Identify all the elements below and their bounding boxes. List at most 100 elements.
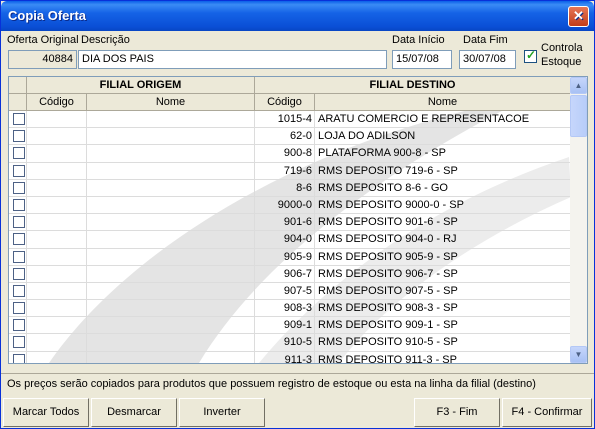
row-checkbox[interactable] [13, 250, 25, 263]
table-row[interactable]: 911-3 RMS DEPOSITO 911-3 - SP [9, 351, 571, 363]
marcar-todos-button[interactable]: Marcar Todos [3, 398, 89, 427]
column-header-origem-codigo[interactable]: Código [27, 94, 87, 111]
destino-codigo-cell: 719-6 [255, 162, 315, 180]
estoque-label: Estoque [541, 56, 582, 68]
destino-nome-cell: RMS DEPOSITO 909-1 - SP [318, 319, 458, 332]
column-header-origem-nome[interactable]: Nome [87, 94, 255, 111]
scroll-down-icon[interactable]: ▼ [570, 346, 587, 363]
destino-nome-cell: RMS DEPOSITO 910-5 - SP [318, 336, 458, 349]
group-header-row: FILIAL ORIGEM FILIAL DESTINO [9, 77, 571, 94]
destino-nome-cell: RMS DEPOSITO 906-7 - SP [318, 267, 458, 280]
origem-codigo-cell [27, 179, 87, 197]
destino-nome-cell: RMS DEPOSITO 901-6 - SP [318, 216, 458, 229]
row-checkbox[interactable] [13, 181, 25, 194]
table-row[interactable]: 906-7 RMS DEPOSITO 906-7 - SP [9, 265, 571, 283]
row-checkbox[interactable] [13, 198, 25, 211]
destino-nome-cell: RMS DEPOSITO 9000-0 - SP [318, 198, 464, 211]
row-checkbox[interactable] [13, 130, 25, 143]
destino-nome-cell: RMS DEPOSITO 908-3 - SP [318, 302, 458, 315]
fim-button[interactable]: F3 - Fim [414, 398, 500, 427]
desmarcar-button[interactable]: Desmarcar [91, 398, 177, 427]
origem-codigo-cell [27, 300, 87, 318]
row-check-cell [9, 179, 27, 197]
row-checkbox[interactable] [13, 216, 25, 229]
table-row[interactable]: 909-1 RMS DEPOSITO 909-1 - SP [9, 317, 571, 335]
inverter-button[interactable]: Inverter [179, 398, 265, 427]
filiais-grid[interactable]: FILIAL ORIGEM FILIAL DESTINO Código Nome… [8, 76, 588, 364]
table-row[interactable]: 910-5 RMS DEPOSITO 910-5 - SP [9, 334, 571, 352]
column-header-destino-nome[interactable]: Nome [315, 94, 571, 111]
row-checkbox[interactable] [13, 284, 25, 297]
table-row[interactable]: 900-8 PLATAFORMA 900-8 - SP [9, 145, 571, 163]
origem-nome-cell [87, 111, 255, 128]
table-row[interactable]: 901-6 RMS DEPOSITO 901-6 - SP [9, 214, 571, 232]
origem-nome-cell [87, 196, 255, 214]
table-row[interactable]: 908-3 RMS DEPOSITO 908-3 - SP [9, 300, 571, 318]
scroll-thumb[interactable] [570, 95, 587, 137]
row-check-cell [9, 145, 27, 163]
row-checkbox[interactable] [13, 353, 25, 363]
row-check-cell [9, 265, 27, 283]
row-checkbox[interactable] [13, 147, 25, 160]
destino-codigo-cell: 909-1 [255, 317, 315, 335]
origem-codigo-cell [27, 282, 87, 300]
window-titlebar[interactable]: Copia Oferta ✕ [1, 1, 594, 31]
origem-codigo-cell [27, 196, 87, 214]
row-checkbox[interactable] [13, 164, 25, 177]
table-row[interactable]: 8-6 RMS DEPOSITO 8-6 - GO [9, 179, 571, 197]
data-fim-field[interactable]: 30/07/08 [459, 50, 516, 69]
destino-nome-cell: RMS DEPOSITO 719-6 - SP [318, 164, 458, 177]
row-checkbox[interactable] [13, 302, 25, 315]
destino-codigo-cell: 906-7 [255, 265, 315, 283]
origem-codigo-cell [27, 334, 87, 352]
table-row[interactable]: 1015-4 ARATU COMERCIO E REPRESENTACOE [9, 111, 571, 129]
origem-codigo-cell [27, 214, 87, 232]
origem-nome-cell [87, 128, 255, 146]
origem-codigo-cell [27, 145, 87, 163]
row-check-cell [9, 231, 27, 249]
origem-nome-cell [87, 214, 255, 232]
row-checkbox[interactable] [13, 267, 25, 280]
row-check-cell [9, 334, 27, 352]
origem-nome-cell [87, 265, 255, 283]
origem-codigo-cell [27, 351, 87, 363]
destino-codigo-cell: 1015-4 [255, 111, 315, 128]
confirmar-button[interactable]: F4 - Confirmar [502, 398, 592, 427]
scroll-up-icon[interactable]: ▲ [570, 77, 587, 94]
origem-codigo-cell [27, 265, 87, 283]
table-row[interactable]: 907-5 RMS DEPOSITO 907-5 - SP [9, 282, 571, 301]
vertical-scrollbar[interactable]: ▲ ▼ [570, 77, 587, 363]
row-checkbox[interactable] [13, 336, 25, 349]
group-header-filial-origem: FILIAL ORIGEM [27, 77, 255, 94]
table-row[interactable]: 905-9 RMS DEPOSITO 905-9 - SP [9, 248, 571, 266]
row-check-cell [9, 248, 27, 266]
table-row[interactable]: 904-0 RMS DEPOSITO 904-0 - RJ [9, 231, 571, 249]
table-row[interactable]: 62-0 LOJA DO ADILSON [9, 128, 571, 146]
origem-nome-cell [87, 179, 255, 197]
descricao-field[interactable]: DIA DOS PAIS [78, 50, 387, 69]
origem-nome-cell [87, 317, 255, 335]
destino-nome-cell: RMS DEPOSITO 904-0 - RJ [318, 233, 457, 246]
oferta-original-field[interactable]: 40884 [8, 50, 77, 69]
row-check-cell [9, 300, 27, 318]
destino-codigo-cell: 62-0 [255, 128, 315, 146]
row-check-cell [9, 111, 27, 128]
destino-codigo-cell: 905-9 [255, 248, 315, 266]
destino-nome-cell: RMS DEPOSITO 905-9 - SP [318, 250, 458, 263]
column-header-destino-codigo[interactable]: Código [255, 94, 315, 111]
row-check-cell [9, 214, 27, 232]
close-icon[interactable]: ✕ [568, 6, 589, 27]
origem-nome-cell [87, 282, 255, 300]
data-inicio-field[interactable]: 15/07/08 [392, 50, 452, 69]
row-check-cell [9, 282, 27, 300]
controla-estoque-checkbox[interactable] [524, 48, 537, 63]
oferta-original-label: Oferta Original [7, 34, 79, 46]
table-row[interactable]: 719-6 RMS DEPOSITO 719-6 - SP [9, 162, 571, 180]
row-checkbox[interactable] [13, 233, 25, 246]
origem-nome-cell [87, 248, 255, 266]
row-checkbox[interactable] [13, 113, 25, 125]
destino-codigo-cell: 8-6 [255, 179, 315, 197]
origem-nome-cell [87, 300, 255, 318]
table-row[interactable]: 9000-0 RMS DEPOSITO 9000-0 - SP [9, 196, 571, 215]
row-checkbox[interactable] [13, 319, 25, 332]
